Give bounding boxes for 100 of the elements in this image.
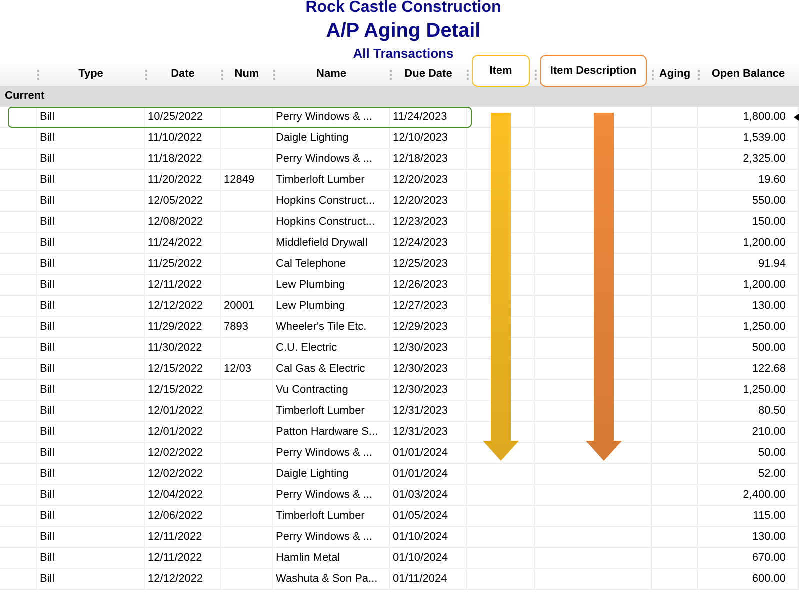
table-cell-text: 01/01/2024 [393, 446, 448, 461]
table-cell-text: 12/24/2023 [393, 236, 448, 251]
table-cell-text: Bill [40, 256, 55, 272]
table-cell-text: Hopkins Construct... [276, 214, 376, 230]
table-cell-text: 12/30/2023 [393, 382, 448, 398]
table-cell-text: 12/25/2023 [393, 256, 448, 272]
column-header[interactable]: Item Description [540, 55, 647, 87]
table-cell-text: Perry Windows & ... [276, 488, 373, 503]
table-cell-text: 12/20/2023 [393, 172, 448, 188]
table-cell-text: 12/15/2022 [148, 382, 204, 398]
table-cell-text: Bill [40, 172, 55, 188]
table-cell-text: Timberloft Lumber [276, 404, 365, 419]
table-cell-text: Middlefield Drywall [276, 236, 368, 251]
table-cell-text: Cal Gas & Electric [276, 362, 366, 377]
table-cell-text: 122.68 [752, 362, 786, 377]
table-cell-text: Bill [40, 530, 55, 545]
table-cell-text: 670.00 [752, 550, 786, 566]
column-header[interactable]: Open Balance [712, 66, 786, 82]
column-header[interactable]: Date [171, 66, 195, 82]
column-header[interactable]: Num [234, 66, 260, 82]
table-cell-text: 12/10/2023 [393, 130, 448, 146]
table-cell-text: Timberloft Lumber [276, 172, 365, 188]
table-cell-text: 12/01/2022 [148, 404, 204, 419]
table-cell-text: 11/10/2022 [148, 130, 202, 146]
table-cell-text: 01/01/2024 [393, 466, 448, 482]
table-cell-text: 12/02/2022 [148, 446, 204, 461]
table-cell-text: 11/20/2022 [148, 172, 202, 188]
table-cell-text: 1,539.00 [743, 130, 786, 146]
table-cell-text: 2,400.00 [743, 488, 786, 503]
table-cell-text: 11/24/2022 [148, 236, 202, 251]
table-cell-text: 52.00 [758, 466, 786, 482]
table-cell-text: 1,250.00 [743, 320, 786, 335]
table-cell-text: Timberloft Lumber [276, 508, 365, 524]
table-cell-text: 12/12/2022 [148, 298, 204, 314]
table-row[interactable]: Bill 12/06/2022 Timberloft Lumber 01/05/2024 115.00 [0, 506, 799, 527]
table-cell-text: 115.00 [753, 508, 786, 524]
table-cell-text: 12/27/2023 [393, 298, 448, 314]
table-cell-text: 01/10/2024 [393, 530, 448, 545]
table-cell-text: 12/02/2022 [148, 466, 204, 482]
table-row[interactable]: Bill 12/02/2022 Daigle Lighting 01/01/2024 52.00 [0, 464, 799, 485]
table-cell-text: Bill [40, 214, 55, 230]
table-cell-text: Daigle Lighting [276, 466, 349, 482]
column-header[interactable]: Aging [659, 66, 691, 82]
column-header[interactable]: Type [78, 66, 104, 82]
table-cell-text: 150.00 [752, 214, 786, 230]
table-cell-text: 12/18/2023 [393, 152, 448, 167]
table-cell-text: Bill [40, 488, 55, 503]
table-cell-text: Bill [40, 466, 55, 482]
column-header[interactable]: Item [472, 55, 530, 87]
table-cell-text: 1,200.00 [743, 278, 786, 293]
table-cell-text: Bill [40, 340, 55, 356]
table-cell-text: C.U. Electric [276, 340, 338, 356]
column-header[interactable]: Name [316, 66, 346, 82]
column-header[interactable]: Due Date [404, 66, 452, 82]
table-cell-text: Perry Windows & ... [276, 446, 373, 461]
table-row[interactable]: Bill 12/11/2022 Hamlin Metal 01/10/2024 670.00 [0, 548, 799, 569]
table-cell-text: 12/29/2023 [393, 320, 448, 335]
table-row[interactable]: Bill 12/11/2022 Perry Windows & ... 01/10/2024 130.00 [0, 527, 799, 548]
table-cell-text: Bill [40, 130, 55, 146]
table-cell-text: 12/11/2022 [148, 530, 202, 545]
table-cell-text: 12/01/2022 [148, 424, 204, 440]
table-cell-text: 50.00 [758, 446, 786, 461]
company-name: Rock Castle Construction [306, 0, 502, 18]
table-cell-text: 01/10/2024 [393, 550, 448, 566]
table-cell-text: 01/11/2024 [393, 572, 448, 587]
table-cell-text: Bill [40, 550, 55, 566]
table-cell-text: Perry Windows & ... [276, 152, 373, 167]
table-cell-text: 12/31/2023 [393, 404, 448, 419]
table-cell-text: Bill [40, 446, 55, 461]
table-cell-text: 1,200.00 [743, 236, 786, 251]
table-cell-text: Bill [40, 424, 55, 440]
table-cell-text: Bill [40, 404, 55, 419]
table-cell-text: 12/30/2023 [393, 362, 448, 377]
table-cell-text: 1,250.00 [743, 382, 786, 398]
report-subtitle: All Transactions [353, 45, 454, 62]
table-cell-text: 130.00 [752, 530, 786, 545]
table-cell-text: Hamlin Metal [276, 550, 340, 566]
table-cell-text: 12/03 [224, 362, 252, 377]
table-cell-text: 12/15/2022 [148, 362, 204, 377]
table-cell-text: 11/24/2023 [393, 110, 448, 125]
table-cell-text: 12/04/2022 [148, 488, 204, 503]
table-row[interactable]: Bill 12/12/2022 Washuta & Son Pa... 01/11/2024 600.00 [0, 569, 799, 590]
table-cell-text: 12/30/2023 [393, 340, 448, 356]
table-row[interactable]: Bill 12/04/2022 Perry Windows & ... 01/03/2024 2,400.00 [0, 485, 799, 506]
table-cell-text: Bill [40, 572, 55, 587]
table-cell-text: 91.94 [758, 256, 786, 272]
table-cell-text: 500.00 [752, 340, 786, 356]
table-cell-text: Cal Telephone [276, 256, 346, 272]
table-cell-text: 1,800.00 [743, 110, 786, 125]
table-cell-text: 12849 [224, 172, 255, 188]
table-cell-text: 11/30/2022 [148, 340, 202, 356]
table-cell-text: 12/06/2022 [148, 508, 204, 524]
table-cell-text: 12/08/2022 [148, 214, 204, 230]
table-cell-text: Bill [40, 298, 55, 314]
row-pointer-icon [794, 114, 799, 121]
table-cell-text: Vu Contracting [276, 382, 348, 398]
table-cell-text: 01/03/2024 [393, 488, 448, 503]
table-cell-text: 11/18/2022 [148, 152, 202, 167]
table-cell-text: 12/12/2022 [148, 572, 204, 587]
group-label: Current [5, 89, 45, 104]
